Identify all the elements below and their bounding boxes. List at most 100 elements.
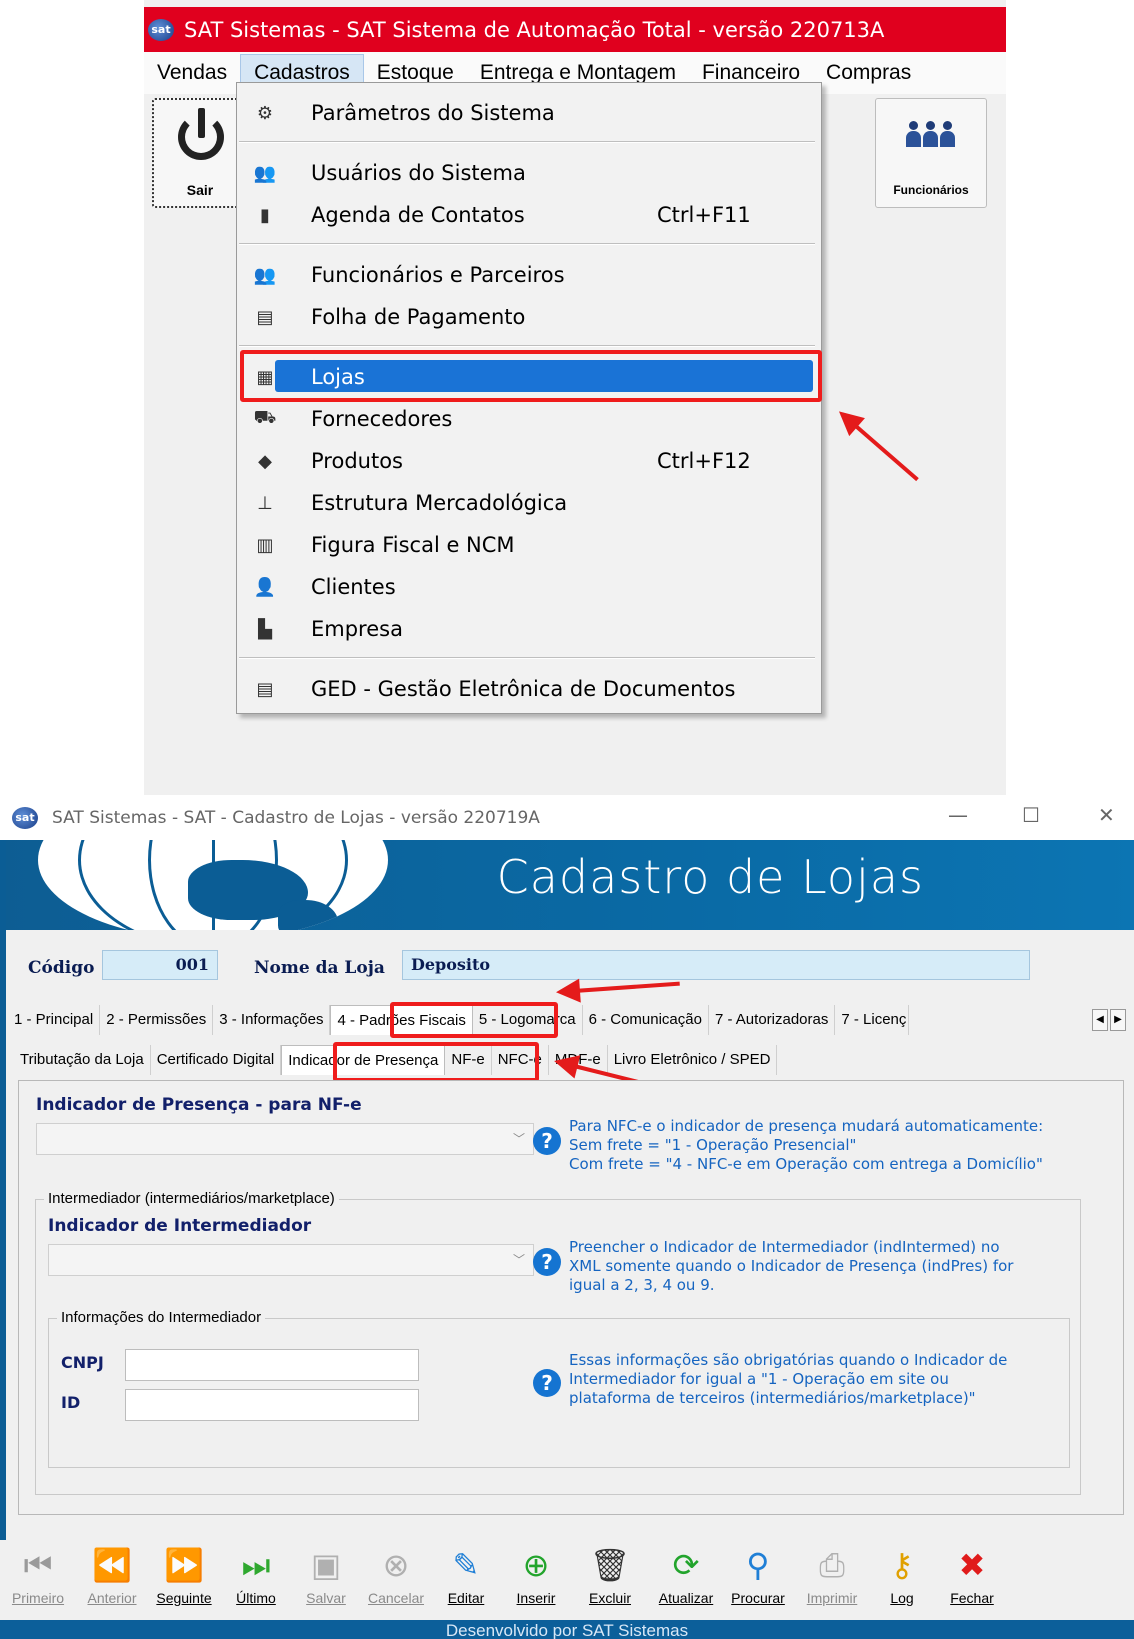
cancelar-button[interactable]: ⊗ Cancelar <box>362 1540 430 1620</box>
fechar-button[interactable]: ✖ Fechar <box>938 1540 1006 1620</box>
employees-button-label: Funcionários <box>893 183 969 197</box>
menu-item-clientes[interactable]: 👤 Clientes <box>239 567 817 607</box>
users-icon: 👥 <box>253 162 277 184</box>
save-icon: ▣ <box>310 1546 342 1584</box>
nome-loja-label: Nome da Loja <box>254 958 385 978</box>
primeiro-button[interactable]: ⏮ Primeiro <box>4 1540 72 1620</box>
editar-button[interactable]: ✎ Editar <box>432 1540 500 1620</box>
products-icon: ◆ <box>258 450 272 472</box>
menu-item-folha[interactable]: ▤ Folha de Pagamento <box>239 297 817 337</box>
edit-icon: ✎ <box>452 1546 480 1584</box>
main-title-bar: sat SAT Sistemas - SAT Sistema de Automa… <box>144 7 1006 52</box>
menu-item-empresa[interactable]: ▙ Empresa <box>239 609 817 649</box>
log-button[interactable]: ⚷ Log <box>868 1540 936 1620</box>
menu-item-parametros[interactable]: ⚙ Parâmetros do Sistema <box>239 93 817 133</box>
contacts-book-icon: ▮ <box>260 204 270 226</box>
inserir-button[interactable]: ⊕ Inserir <box>502 1540 570 1620</box>
cnpj-label: CNPJ <box>61 1353 104 1372</box>
imprimir-button[interactable]: ⎙ Imprimir <box>798 1540 866 1620</box>
tab-autorizadoras[interactable]: 7 - Autorizadoras <box>709 1005 836 1035</box>
presence-select[interactable]: ﹀ <box>36 1123 534 1155</box>
menu-item-ged[interactable]: ▤ GED - Gestão Eletrônica de Documentos <box>239 669 817 709</box>
toolbar-button-label: Log <box>890 1590 914 1606</box>
banner: Cadastro de Lojas <box>0 840 1134 930</box>
subtab-certificado[interactable]: Certificado Digital <box>151 1045 282 1075</box>
toolbar-button-label: Fechar <box>950 1590 994 1606</box>
tab-licenca[interactable]: 7 - Licenç <box>835 1005 910 1035</box>
close-icon: ✖ <box>958 1546 986 1584</box>
intermediary-group: Intermediador (intermediários/marketplac… <box>35 1190 1081 1495</box>
help-icon: ? <box>533 1127 561 1155</box>
toolbar-button-label: Seguinte <box>156 1590 212 1606</box>
page-title: Cadastro de Lojas <box>496 850 924 904</box>
indicador-presenca-panel: Indicador de Presença - para NF-e ﹀ ? Pa… <box>18 1080 1124 1515</box>
seguinte-button[interactable]: ⏩ Seguinte <box>150 1540 218 1620</box>
employees-button[interactable]: Funcionários <box>875 98 987 208</box>
highlight-lojas <box>240 350 822 402</box>
menu-item-produtos[interactable]: ◆ Produtos Ctrl+F12 <box>239 441 817 481</box>
tab-scroll-left-icon[interactable]: ◀ <box>1092 1009 1108 1031</box>
tab-comunicacao[interactable]: 6 - Comunicação <box>583 1005 709 1035</box>
document-icon: ▤ <box>256 678 274 700</box>
toolbar-button-label: Imprimir <box>806 1590 858 1606</box>
presence-heading: Indicador de Presença - para NF-e <box>36 1095 362 1115</box>
toolbar-button-label: Cancelar <box>367 1590 425 1606</box>
sat-logo-icon: sat <box>148 18 174 41</box>
salvar-button[interactable]: ▣ Salvar <box>292 1540 360 1620</box>
exit-button[interactable]: Sair <box>152 98 248 208</box>
window-left-edge <box>0 840 6 1565</box>
atualizar-button[interactable]: ⟳ Atualizar <box>652 1540 720 1620</box>
menu-item-agenda[interactable]: ▮ Agenda de Contatos Ctrl+F11 <box>239 195 817 235</box>
presence-help: Para NFC-e o indicador de presença mudar… <box>569 1117 1044 1173</box>
menu-item-estrutura[interactable]: ⊥ Estrutura Mercadológica <box>239 483 817 523</box>
chevron-down-icon: ﹀ <box>512 1132 525 1146</box>
key-icon: ⚷ <box>890 1546 914 1584</box>
previous-record-icon: ⏪ <box>92 1546 132 1584</box>
gear-icon: ⚙ <box>256 102 274 124</box>
cnpj-field[interactable] <box>125 1349 419 1381</box>
highlight-indicador-presenca <box>333 1042 539 1082</box>
first-record-icon: ⏮ <box>23 1545 53 1584</box>
menu-separator <box>239 243 815 245</box>
menu-separator <box>239 141 815 143</box>
chevron-down-icon: ﹀ <box>512 1253 525 1267</box>
menu-separator <box>239 657 815 659</box>
subtab-sped[interactable]: Livro Eletrônico / SPED <box>608 1045 778 1075</box>
toolbar-button-label: Último <box>236 1590 276 1606</box>
subtab-tributacao[interactable]: Tributação da Loja <box>14 1045 151 1075</box>
intermediary-select[interactable]: ﹀ <box>48 1244 534 1276</box>
menu-item-funcionarios[interactable]: 👥 Funcionários e Parceiros <box>239 255 817 295</box>
toolbar-button-label: Anterior <box>87 1590 137 1606</box>
tab-permissoes[interactable]: 2 - Permissões <box>100 1005 214 1035</box>
menu-item-fornecedores[interactable]: ⛟ Fornecedores <box>239 399 817 439</box>
employees-icon <box>906 121 955 147</box>
trash-icon: 🗑 <box>589 1546 631 1584</box>
nome-loja-field[interactable]: Deposito <box>402 950 1030 980</box>
menu-shortcut: Ctrl+F12 <box>657 449 751 473</box>
tab-scroll-right-icon[interactable]: ▶ <box>1110 1009 1126 1031</box>
anterior-button[interactable]: ⏪ Anterior <box>78 1540 146 1620</box>
last-record-icon: ⏭ <box>241 1545 271 1584</box>
codigo-field[interactable]: 001 <box>102 950 218 980</box>
menu-item-figura-fiscal[interactable]: ▥ Figura Fiscal e NCM <box>239 525 817 565</box>
employees-icon: 👥 <box>253 264 277 286</box>
lojas-title-bar: sat SAT Sistemas - SAT - Cadastro de Loj… <box>0 795 1134 840</box>
window-close-icon[interactable]: ✕ <box>1098 803 1115 827</box>
minimize-icon[interactable]: — <box>948 803 968 827</box>
truck-icon: ⛟ <box>253 407 277 428</box>
menu-vendas[interactable]: Vendas <box>144 54 240 92</box>
id-label: ID <box>61 1393 81 1412</box>
help-icon: ? <box>533 1369 561 1397</box>
intermediary-help: Preencher o Indicador de Intermediador (… <box>569 1238 1014 1294</box>
maximize-icon[interactable]: ☐ <box>1022 803 1040 827</box>
hierarchy-icon: ⊥ <box>257 492 273 514</box>
procurar-button[interactable]: ⚲ Procurar <box>724 1540 792 1620</box>
menu-item-usuarios[interactable]: 👥 Usuários do Sistema <box>239 153 817 193</box>
main-window-title: SAT Sistemas - SAT Sistema de Automação … <box>184 17 885 42</box>
-ltimo-button[interactable]: ⏭ Último <box>222 1540 290 1620</box>
menu-compras[interactable]: Compras <box>813 54 924 92</box>
excluir-button[interactable]: 🗑 Excluir <box>576 1540 644 1620</box>
tab-informacoes[interactable]: 3 - Informações <box>213 1005 331 1035</box>
tab-principal[interactable]: 1 - Principal <box>8 1005 101 1035</box>
id-field[interactable] <box>125 1389 419 1421</box>
